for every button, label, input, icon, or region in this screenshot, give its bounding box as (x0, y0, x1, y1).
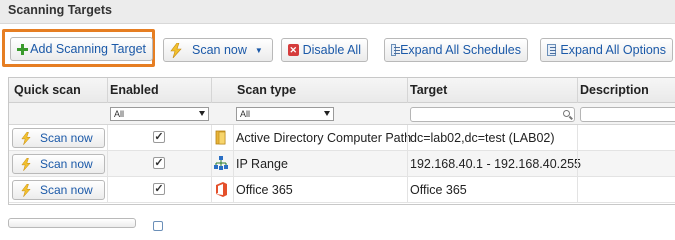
add-scanning-target-label: Add Scanning Target (30, 42, 146, 56)
page-title: Scanning Targets (8, 3, 112, 17)
scan-type-cell: IP Range (236, 157, 288, 171)
column-header-quick-scan[interactable]: Quick scan (14, 83, 81, 97)
add-scanning-target-button[interactable]: Add Scanning Target (10, 37, 153, 61)
panel-header: Scanning Targets (0, 0, 675, 24)
target-filter-input[interactable] (410, 107, 575, 122)
column-separator (211, 78, 212, 103)
column-separator (233, 125, 234, 151)
grid-header: Quick scan Enabled Scan type Target Desc… (9, 78, 675, 103)
column-separator (233, 151, 234, 177)
row-scan-now-label: Scan now (40, 131, 93, 145)
filter-row: All All (9, 103, 675, 125)
folder-icon (215, 130, 226, 145)
target-cell: dc=lab02,dc=test (LAB02) (410, 131, 555, 145)
column-separator (577, 125, 578, 151)
expand-icon (547, 44, 557, 56)
column-separator (107, 125, 108, 151)
column-separator (233, 177, 234, 203)
column-separator (107, 177, 108, 203)
column-header-scan-type[interactable]: Scan type (237, 83, 296, 97)
column-separator (577, 78, 578, 103)
column-separator (407, 125, 408, 151)
disable-all-button[interactable]: ✕ Disable All (281, 38, 368, 62)
lightning-icon (21, 157, 31, 171)
description-filter-input[interactable] (580, 107, 675, 122)
search-icon (563, 110, 570, 117)
lightning-icon (21, 131, 31, 145)
scan-type-cell: Active Directory Computer Path (236, 131, 412, 145)
enabled-checkbox[interactable]: ✓ (153, 183, 165, 195)
column-separator (211, 177, 212, 203)
column-separator (211, 151, 212, 177)
expand-icon (391, 44, 401, 56)
close-icon: ✕ (288, 44, 299, 56)
lightning-icon (170, 42, 182, 58)
expand-all-options-button[interactable]: Expand All Options (540, 38, 673, 62)
scanning-targets-grid: Quick scan Enabled Scan type Target Desc… (8, 77, 675, 205)
column-header-description[interactable]: Description (580, 83, 649, 97)
scan-type-filter-select[interactable]: All (236, 107, 334, 121)
bottom-button[interactable] (8, 218, 136, 228)
scan-type-filter-value: All (240, 109, 251, 119)
chevron-down-icon (199, 111, 205, 116)
table-row[interactable]: Scan now ✓ IP Range 192.168.40.1 - 192.1… (9, 151, 675, 177)
scan-type-cell: Office 365 (236, 183, 293, 197)
row-scan-now-button[interactable]: Scan now (12, 128, 105, 148)
column-separator (407, 151, 408, 177)
expand-all-schedules-label: Expand All Schedules (400, 43, 521, 57)
column-separator (211, 125, 212, 151)
lightning-icon (21, 183, 31, 197)
column-separator (407, 78, 408, 103)
scan-now-dropdown-button[interactable]: Scan now ▼ (163, 38, 273, 62)
expand-all-schedules-button[interactable]: Expand All Schedules (384, 38, 528, 62)
column-separator (107, 78, 108, 103)
table-row[interactable]: Scan now ✓ Office 365 Office 365 (9, 177, 675, 203)
expand-all-options-label: Expand All Options (560, 43, 666, 57)
row-scan-now-button[interactable]: Scan now (12, 180, 105, 200)
column-separator (107, 151, 108, 177)
plus-icon (17, 43, 29, 55)
column-separator (577, 177, 578, 203)
column-header-target[interactable]: Target (410, 83, 447, 97)
target-cell: Office 365 (410, 183, 467, 197)
column-separator (577, 151, 578, 177)
network-icon (214, 156, 228, 170)
chevron-down-icon (324, 111, 330, 116)
office365-icon (216, 182, 227, 197)
enabled-filter-select[interactable]: All (110, 107, 209, 121)
scan-now-label: Scan now (192, 43, 247, 57)
enabled-filter-value: All (114, 109, 125, 119)
toolbar: Add Scanning Target Scan now ▼ ✕ Disable… (0, 24, 675, 74)
row-scan-now-label: Scan now (40, 157, 93, 171)
enabled-checkbox[interactable]: ✓ (153, 157, 165, 169)
target-cell: 192.168.40.1 - 192.168.40.255 (410, 157, 581, 171)
table-row[interactable]: Scan now ✓ Active Directory Computer Pat… (9, 125, 675, 151)
row-scan-now-button[interactable]: Scan now (12, 154, 105, 174)
row-scan-now-label: Scan now (40, 183, 93, 197)
bottom-checkbox[interactable] (153, 221, 163, 231)
column-separator (407, 177, 408, 203)
disable-all-label: Disable All (302, 43, 361, 57)
enabled-checkbox[interactable]: ✓ (153, 131, 165, 143)
chevron-down-icon: ▼ (254, 45, 263, 55)
column-header-enabled[interactable]: Enabled (110, 83, 159, 97)
